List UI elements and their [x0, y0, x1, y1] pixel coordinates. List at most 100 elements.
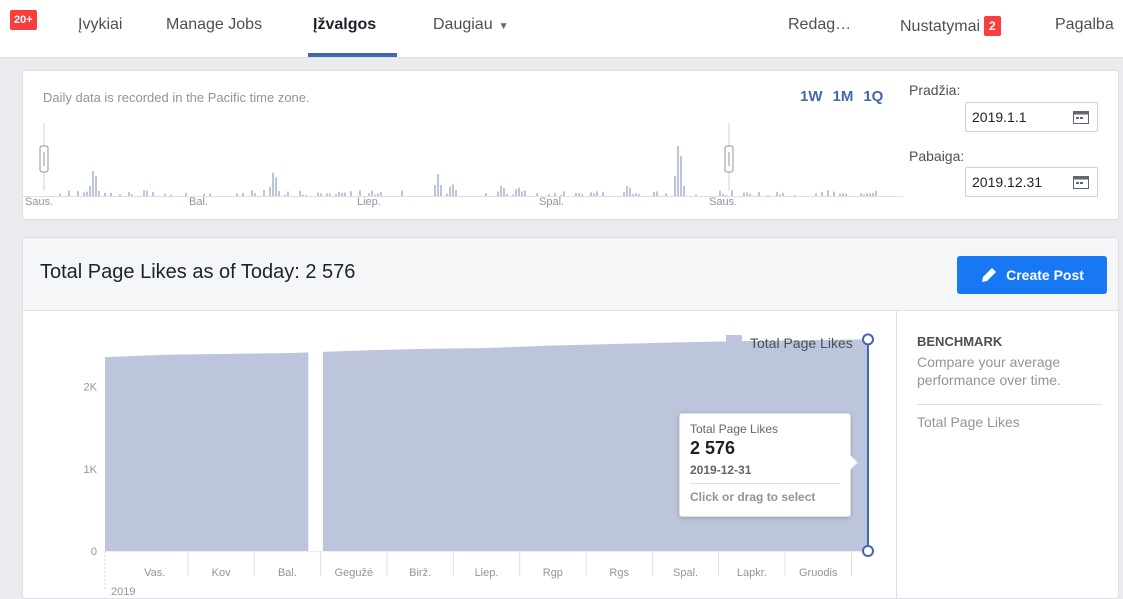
sparkline-bar [827, 190, 829, 196]
notifications-badge[interactable]: 20+ [10, 10, 37, 30]
sparkline-bar [656, 191, 658, 196]
sparkline-bar [815, 193, 817, 196]
range-1q-button[interactable]: 1Q [863, 88, 883, 105]
chart-legend[interactable]: Total Page Likes [726, 335, 853, 351]
x-tick-label: Kov [212, 567, 231, 579]
sparkline-bar [92, 171, 94, 196]
page-likes-panel: Total Page Likes as of Today: 2 576 Crea… [22, 237, 1119, 599]
sparkline-bar [842, 193, 844, 196]
nav-item-edit[interactable]: Redag… [788, 16, 851, 34]
sparkline-bar [68, 190, 70, 196]
sparkline-bar [446, 193, 448, 196]
x-tick-label: Birž. [409, 567, 431, 579]
y-tick-label: 1K [84, 464, 98, 476]
tooltip-hint: Click or drag to select [690, 490, 816, 504]
calendar-icon[interactable] [1073, 176, 1089, 189]
timeline-month-label: Spal. [539, 196, 564, 208]
range-buttons: 1W 1M 1Q [800, 88, 893, 105]
sparkline-bar [590, 192, 592, 196]
sparkline-baseline [23, 196, 903, 197]
sparkline-bar [506, 194, 508, 196]
sparkline-bar [143, 190, 145, 196]
timeline-month-label: Saus. [25, 196, 53, 208]
sparkline-bar [779, 194, 781, 196]
sparkline-bar [860, 193, 862, 196]
sparkline-bar [152, 191, 154, 196]
sparkline-bar [317, 192, 319, 196]
timeline-month-label: Bal. [189, 196, 208, 208]
sparkline-bar [593, 193, 595, 196]
nav-item-manage-jobs[interactable]: Manage Jobs [166, 16, 262, 34]
sparkline-bar [623, 192, 625, 196]
sparkline-bar [236, 193, 238, 196]
sparkline-bar [59, 193, 61, 196]
end-date-field[interactable]: 2019.12.31 [965, 167, 1098, 197]
sparkline-bar [683, 186, 685, 196]
sparkline-bar [863, 194, 865, 196]
sparkline-bar [269, 186, 271, 196]
sparkline-bar [839, 193, 841, 196]
settings-badge: 2 [984, 16, 1001, 36]
sparkline-bar [110, 192, 112, 196]
create-post-button[interactable]: Create Post [957, 256, 1107, 294]
x-tick-label: Vas. [144, 567, 165, 579]
benchmark-item-total-page-likes[interactable]: Total Page Likes [917, 414, 1020, 430]
active-tab-indicator [308, 53, 397, 57]
benchmark-title: BENCHMARK [917, 334, 1003, 349]
sparkline-bar [299, 190, 301, 196]
sparkline-bar [320, 193, 322, 196]
sparkline-bar [146, 190, 148, 196]
sparkline-bar [626, 186, 628, 196]
sparkline-bar [536, 193, 538, 196]
sparkline-bar [695, 194, 697, 196]
sparkline-bar [401, 190, 403, 196]
start-date-label: Pradžia: [909, 82, 961, 98]
sparkline-bar [638, 194, 640, 196]
timeline-month-label: Liep. [357, 196, 381, 208]
sparkline-bar [500, 186, 502, 196]
end-date-label: Pabaiga: [909, 148, 965, 164]
range-1m-button[interactable]: 1M [833, 88, 854, 105]
sparkline-bar [209, 193, 211, 196]
sparkline-bar [344, 192, 346, 196]
sparkline-bar [632, 194, 634, 196]
sparkline-bar [104, 192, 106, 196]
sparkline-bar [635, 193, 637, 196]
sparkline-bar [350, 191, 352, 196]
sparkline-bar [128, 192, 130, 196]
sparkline-bar [329, 193, 331, 196]
sparkline-bar [83, 192, 85, 196]
x-tick-label: Rgs [609, 567, 629, 579]
end-date-value: 2019.12.31 [972, 174, 1043, 190]
selection-handle-bottom [862, 545, 874, 557]
nav-item-settings[interactable]: Nustatymai 2 [900, 16, 1001, 36]
nav-item-events[interactable]: Įvykiai [78, 16, 122, 34]
x-tick-label: Rgp [543, 567, 563, 579]
nav-item-more[interactable]: Daugiau ▼ [433, 16, 509, 34]
calendar-icon[interactable] [1073, 111, 1089, 124]
sparkline-bar [305, 194, 307, 196]
y-tick-label: 0 [91, 546, 97, 558]
sparkline-bar [680, 156, 682, 196]
chart-tooltip: Total Page Likes 2 576 2019-12-31 Click … [679, 413, 859, 517]
sparkline-bar [515, 189, 517, 196]
sparkline-bar [518, 187, 520, 196]
sparkline-bar [872, 192, 874, 196]
sparkline-bar [749, 193, 751, 196]
sparkline-bar [845, 193, 847, 196]
timeline-sparkline[interactable]: Saus. Bal. Liep. Spal. Saus. [23, 111, 903, 221]
page-likes-title: Total Page Likes as of Today: 2 576 [40, 261, 356, 283]
sparkline-bar [503, 188, 505, 196]
sparkline-bar [875, 190, 877, 196]
sparkline-bar [131, 194, 133, 196]
y-tick-label: 2K [84, 382, 98, 394]
sparkline-bar [782, 192, 784, 196]
caret-down-icon: ▼ [498, 21, 509, 32]
nav-item-insights[interactable]: Įžvalgos [313, 16, 376, 34]
range-1w-button[interactable]: 1W [800, 88, 823, 105]
sparkline-bar [575, 192, 577, 196]
start-date-field[interactable]: 2019.1.1 [965, 102, 1098, 132]
sparkline-bar [629, 188, 631, 196]
nav-item-help[interactable]: Pagalba [1055, 16, 1114, 34]
sparkline-bar [524, 190, 526, 196]
